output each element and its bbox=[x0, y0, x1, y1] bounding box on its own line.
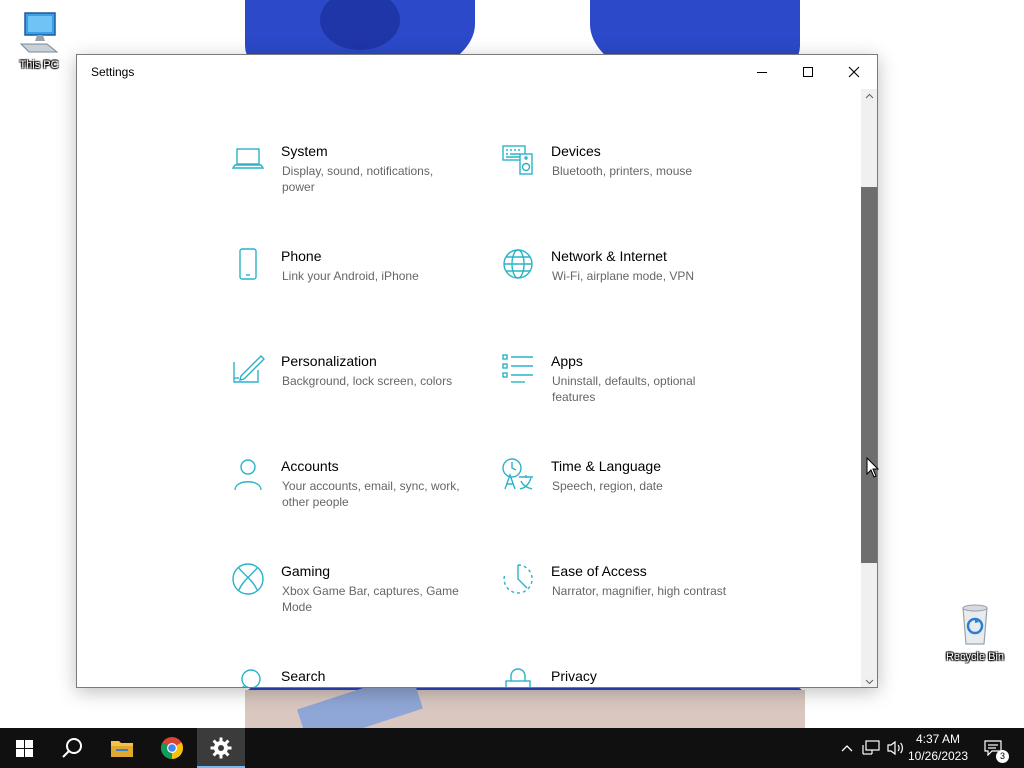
taskbar-search-button[interactable] bbox=[48, 728, 96, 768]
network-icon bbox=[862, 740, 880, 755]
tile-description: Uninstall, defaults, optional features bbox=[552, 374, 696, 404]
taskbar-file-explorer[interactable] bbox=[98, 728, 146, 768]
ease-of-access-icon bbox=[503, 564, 533, 594]
tile-title: Network & Internet bbox=[551, 248, 667, 264]
maximize-button[interactable] bbox=[785, 55, 831, 89]
scroll-thumb[interactable] bbox=[861, 187, 877, 563]
tile-title: Phone bbox=[281, 248, 322, 264]
desktop-icon-recycle-bin[interactable]: Recycle Bin bbox=[940, 602, 1010, 663]
tile-title: Personalization bbox=[281, 353, 377, 369]
scroll-down-button[interactable] bbox=[861, 675, 877, 687]
tile-title: Ease of Access bbox=[551, 563, 647, 579]
apps-list-icon bbox=[502, 354, 533, 383]
window-title: Settings bbox=[91, 65, 135, 79]
tile-description: Your accounts, email, sync, work, other … bbox=[282, 479, 460, 509]
tile-personalization[interactable]: Personalization Background, lock screen,… bbox=[231, 352, 481, 422]
taskbar: 4:37 AM 10/26/2023 3 bbox=[0, 728, 1024, 768]
tile-title: Gaming bbox=[281, 563, 331, 579]
title-bar[interactable]: Settings bbox=[77, 55, 877, 89]
search-icon bbox=[62, 738, 82, 758]
tile-title: Apps bbox=[551, 353, 583, 369]
tile-apps[interactable]: Apps Uninstall, defaults, optional featu… bbox=[501, 352, 751, 422]
xbox-icon bbox=[232, 563, 264, 595]
tile-description: Link your Android, iPhone bbox=[282, 269, 419, 283]
taskbar-settings[interactable] bbox=[197, 728, 245, 768]
tile-description: Display, sound, notifications, power bbox=[282, 164, 434, 194]
chevron-up-icon bbox=[841, 745, 853, 752]
globe-icon bbox=[503, 249, 533, 279]
tile-search[interactable]: Search bbox=[231, 667, 481, 687]
tile-title: Search bbox=[281, 668, 326, 684]
tile-title: Privacy bbox=[551, 668, 597, 684]
settings-home: System Display, sound, notifications, po… bbox=[77, 89, 861, 687]
tile-accounts[interactable]: Accounts Your accounts, email, sync, wor… bbox=[231, 457, 481, 527]
tile-phone[interactable]: Phone Link your Android, iPhone bbox=[231, 247, 481, 317]
tile-description: Wi-Fi, airplane mode, VPN bbox=[552, 269, 695, 283]
tile-description: Bluetooth, printers, mouse bbox=[552, 164, 693, 178]
vertical-scrollbar[interactable] bbox=[861, 89, 877, 687]
chevron-down-icon bbox=[865, 679, 874, 685]
chrome-icon bbox=[161, 737, 183, 759]
time-language-icon bbox=[502, 458, 533, 490]
tile-system[interactable]: System Display, sound, notifications, po… bbox=[231, 142, 481, 212]
tile-title: Time & Language bbox=[551, 458, 661, 474]
phone-icon bbox=[239, 248, 257, 280]
tile-description: Speech, region, date bbox=[552, 479, 663, 493]
tile-title: System bbox=[281, 143, 328, 159]
close-icon bbox=[848, 66, 860, 78]
taskbar-clock[interactable]: 4:37 AM 10/26/2023 bbox=[902, 731, 974, 765]
tile-gaming[interactable]: Gaming Xbox Game Bar, captures, Game Mod… bbox=[231, 562, 481, 632]
desktop-icon-label: Recycle Bin bbox=[945, 651, 1005, 663]
pen-tablet-icon bbox=[233, 355, 265, 383]
tile-devices[interactable]: Devices Bluetooth, printers, mouse bbox=[501, 142, 751, 212]
chevron-up-icon bbox=[865, 93, 874, 99]
mouse-cursor-icon bbox=[866, 457, 880, 478]
close-button[interactable] bbox=[831, 55, 877, 89]
network-status-button[interactable] bbox=[860, 728, 882, 768]
tile-ease-of-access[interactable]: Ease of Access Narrator, magnifier, high… bbox=[501, 562, 751, 632]
maximize-icon bbox=[803, 67, 813, 77]
tile-description: Narrator, magnifier, high contrast bbox=[552, 584, 727, 598]
lock-icon bbox=[505, 668, 531, 687]
laptop-icon bbox=[231, 148, 265, 169]
desktop-icon-this-pc[interactable]: This PC bbox=[4, 10, 74, 71]
clock-time: 4:37 AM bbox=[915, 732, 961, 746]
clock-date: 10/26/2023 bbox=[907, 749, 969, 763]
settings-gear-icon bbox=[210, 737, 232, 759]
tile-description: Background, lock screen, colors bbox=[282, 374, 453, 388]
taskbar-chrome[interactable] bbox=[148, 728, 196, 768]
start-button[interactable] bbox=[0, 728, 48, 768]
minimize-icon bbox=[757, 72, 767, 73]
keyboard-speaker-icon bbox=[502, 145, 533, 175]
search-icon bbox=[241, 669, 261, 687]
settings-window: Settings System Display, sound, notifica… bbox=[76, 54, 878, 688]
file-explorer-icon bbox=[111, 741, 133, 757]
tile-privacy[interactable]: Privacy bbox=[501, 667, 751, 687]
person-icon bbox=[234, 459, 262, 491]
tile-description: Xbox Game Bar, captures, Game Mode bbox=[282, 584, 459, 614]
desktop-icon-label: This PC bbox=[19, 59, 59, 71]
recycle-bin-icon bbox=[962, 604, 988, 645]
tile-title: Accounts bbox=[281, 458, 339, 474]
notification-count-badge: 3 bbox=[996, 750, 1009, 763]
tile-network[interactable]: Network & Internet Wi-Fi, airplane mode,… bbox=[501, 247, 751, 317]
computer-icon bbox=[19, 12, 59, 53]
start-icon bbox=[15, 739, 33, 757]
show-hidden-icons-button[interactable] bbox=[838, 728, 856, 768]
tile-title: Devices bbox=[551, 143, 601, 159]
scroll-up-button[interactable] bbox=[861, 89, 877, 103]
tile-time-language[interactable]: Time & Language Speech, region, date bbox=[501, 457, 751, 527]
minimize-button[interactable] bbox=[739, 55, 785, 89]
